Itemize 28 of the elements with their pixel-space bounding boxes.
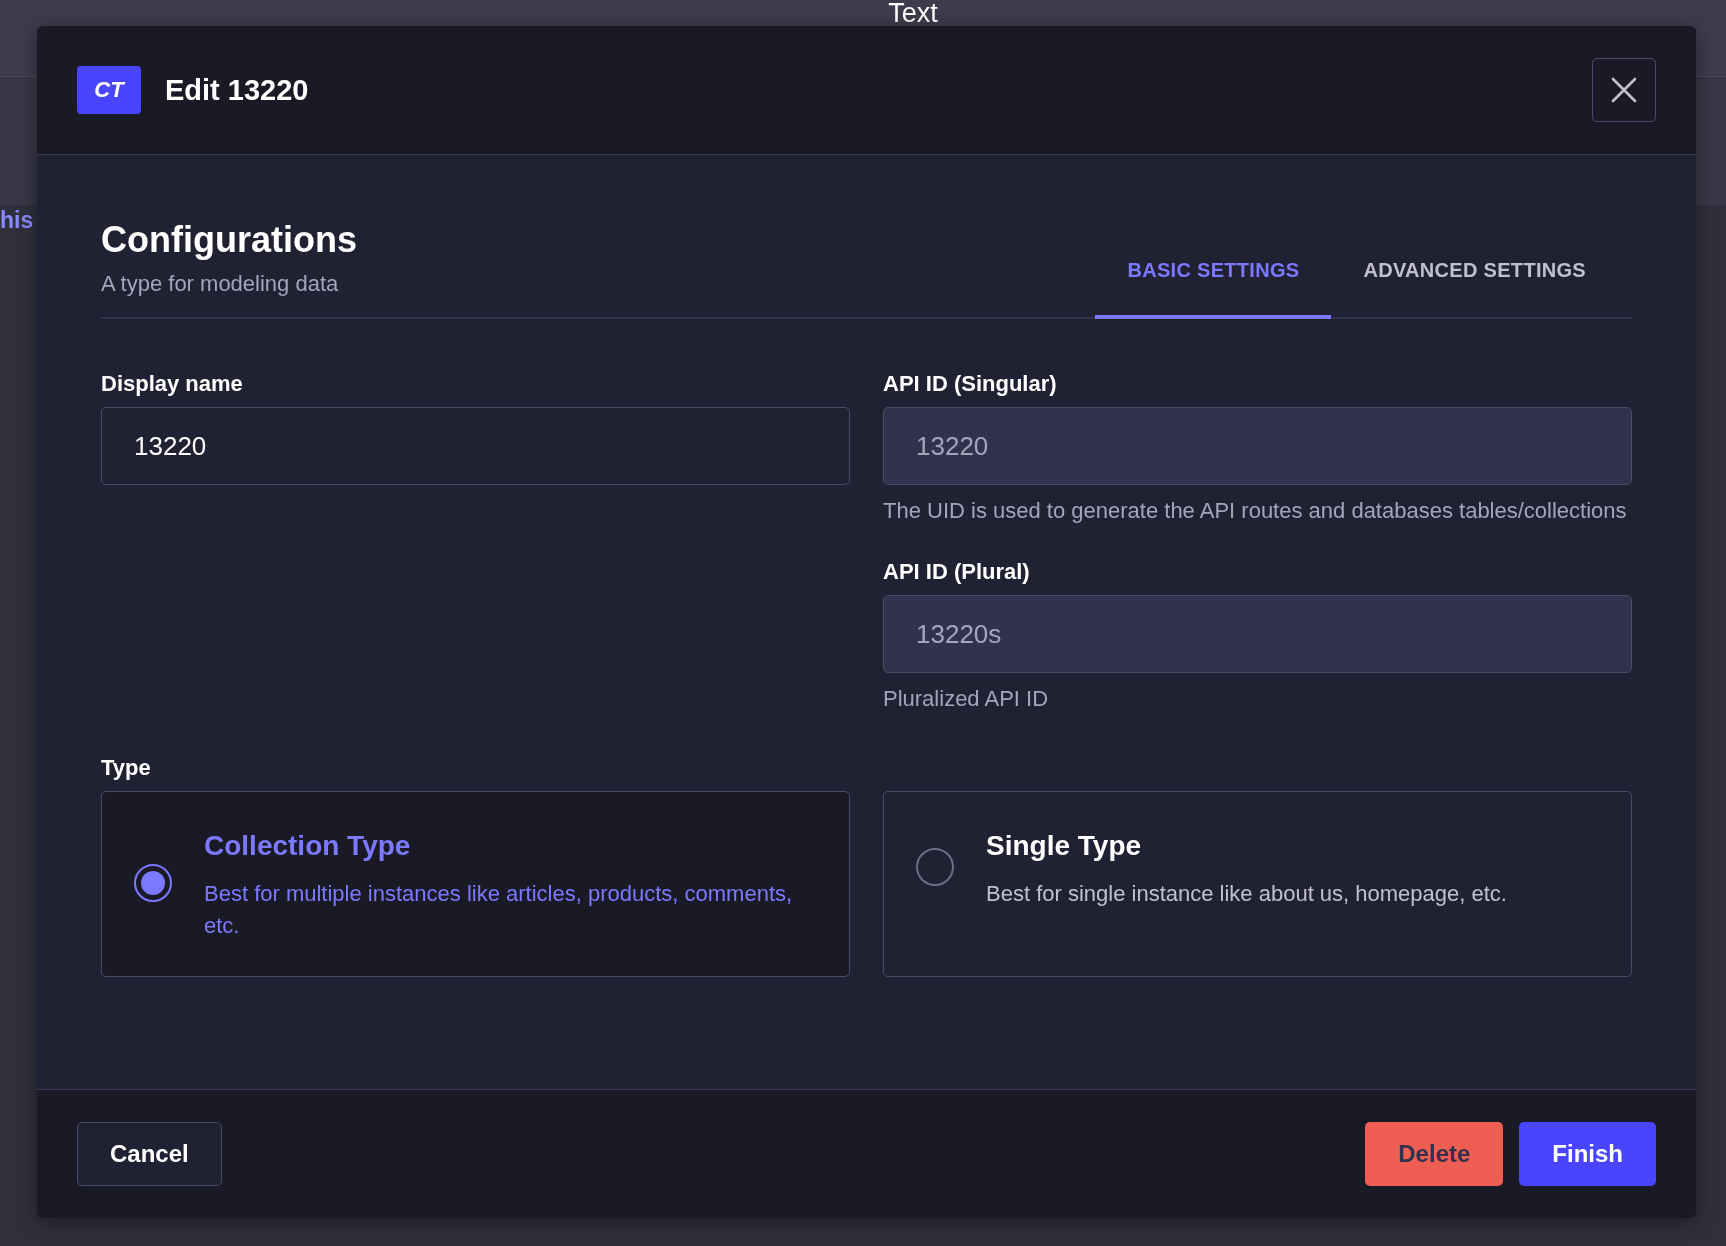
finish-button[interactable]: Finish (1519, 1122, 1656, 1186)
type-badge: CT (77, 66, 141, 114)
section-subtitle: A type for modeling data (101, 271, 340, 297)
option-description: Best for single instance like about us, homepage, etc. (986, 880, 1507, 908)
settings-tab[interactable]: BASIC SETTINGS (1095, 249, 1332, 319)
radio-button[interactable] (916, 848, 954, 886)
dialog-title: Edit 13220 (165, 73, 309, 107)
close-icon (1611, 77, 1637, 103)
type-option-card[interactable]: Single Type Best for single instance like about us, homepage, etc. (883, 791, 1632, 977)
radio-button[interactable] (134, 864, 172, 902)
cancel-button[interactable]: Cancel (77, 1122, 222, 1186)
option-description: Best for multiple instances like articles, products, comments, etc. (204, 880, 794, 940)
field-label: Display name (101, 371, 244, 397)
field-label: API ID (Plural) (883, 559, 1031, 585)
field-label: API ID (Singular) (883, 371, 1058, 397)
section-heading: Configurations (101, 219, 357, 261)
page-title: Text (888, 0, 938, 30)
type-option-card[interactable]: Collection Type Best for multiple instances like articles, products, comments, etc. (101, 791, 850, 977)
close-button[interactable] (1592, 58, 1656, 122)
option-title: Collection Type (204, 830, 412, 862)
option-title: Single Type (986, 830, 1143, 862)
field-label: Type (101, 755, 152, 781)
field-hint: Pluralized API ID (883, 685, 1050, 713)
link[interactable]: his (0, 207, 34, 234)
settings-tab[interactable]: ADVANCED SETTINGS (1331, 249, 1618, 319)
delete-button[interactable]: Delete (1365, 1122, 1504, 1186)
field-hint: The UID is used to generate the API routes and databases tables/collections (883, 497, 1628, 525)
text-field[interactable]: 13220 (101, 407, 850, 485)
